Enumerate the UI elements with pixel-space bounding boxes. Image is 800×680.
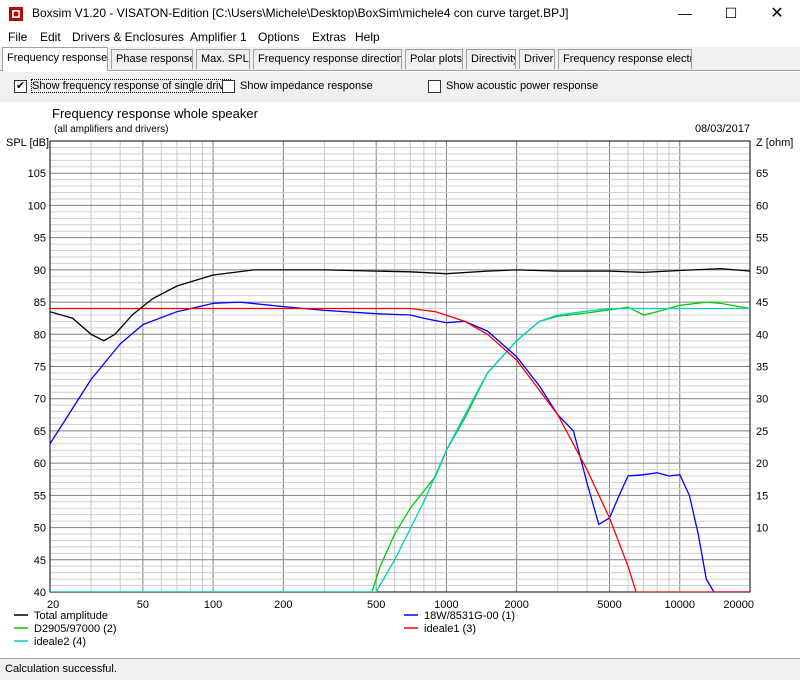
show-acoustic-power-option[interactable]: Show acoustic power response [428,79,598,95]
tab-directivity[interactable]: Directivity [466,49,516,69]
y2-tick-label: 60 [756,200,768,212]
y2-tick-label: 50 [756,265,768,277]
chart-title: Frequency response whole speaker [52,106,259,121]
y-tick-label: 95 [34,233,46,245]
y-tick-label: 45 [34,555,46,567]
maximize-button[interactable]: ☐ [708,0,754,27]
show-impedance-checkbox[interactable] [222,80,235,93]
status-text: Calculation successful. [5,663,117,675]
y-tick-label: 80 [34,329,46,341]
menu-amplifier-1[interactable]: Amplifier 1 [190,30,247,44]
menu-options[interactable]: Options [258,30,299,44]
options-bar: ✔ Show frequency response of single driv… [0,72,800,102]
y2-tick-label: 10 [756,523,768,535]
menu-file[interactable]: File [8,30,27,44]
menu-edit[interactable]: Edit [40,30,61,44]
status-bar: Calculation successful. [0,658,800,680]
menu-drivers-enclosures[interactable]: Drivers & Enclosures [72,30,184,44]
x-tick-label: 10000 [664,599,695,611]
x-tick-label: 500 [367,599,385,611]
legend-label: D2905/97000 (2) [34,623,117,635]
tab-frequency-response-electrical[interactable]: Frequency response electr.. [558,49,692,69]
y-axis-label: SPL [dB] [6,137,49,149]
y-tick-label: 50 [34,523,46,535]
frequency-response-chart: Frequency response whole speaker (all amp… [6,106,793,648]
show-single-driver-checkbox[interactable]: ✔ [14,80,27,93]
minimize-button[interactable]: — [662,0,708,27]
menu-help[interactable]: Help [355,30,380,44]
menu-extras[interactable]: Extras [312,30,346,44]
y2-tick-label: 55 [756,233,768,245]
app-icon[interactable] [8,6,24,22]
y-tick-label: 105 [28,168,46,180]
y-tick-label: 75 [34,362,46,374]
x-tick-label: 50 [137,599,149,611]
y2-tick-label: 45 [756,297,768,309]
show-single-driver-label: Show frequency response of single drive [30,79,232,93]
x-tick-label: 100 [204,599,222,611]
title-bar: Boxsim V1.20 - VISATON-Edition [C:\Users… [0,0,800,27]
y-tick-label: 70 [34,394,46,406]
menu-bar: File Edit Drivers & Enclosures Amplifier… [0,27,800,47]
y-tick-label: 90 [34,265,46,277]
tab-max-spl[interactable]: Max. SPL [196,49,250,69]
y2-tick-label: 30 [756,394,768,406]
chart-date: 08/03/2017 [695,123,750,135]
tab-frequency-response[interactable]: Frequency response. [2,47,108,71]
x-tick-label: 20000 [723,599,754,611]
y2-axis-label: Z [ohm] [756,137,793,149]
legend-label: ideale1 (3) [424,623,476,635]
x-tick-label: 5000 [597,599,621,611]
legend-label: Total amplitude [34,610,108,622]
tab-frequency-response-directions[interactable]: Frequency response directions [253,49,402,69]
chart-panel: Frequency response whole speaker (all amp… [0,102,800,658]
legend-label: 18W/8531G-00 (1) [424,610,515,622]
y-tick-label: 85 [34,297,46,309]
y-tick-label: 65 [34,426,46,438]
x-tick-label: 200 [274,599,292,611]
y2-tick-label: 20 [756,458,768,470]
tab-phase-response[interactable]: Phase response [111,49,193,69]
y-tick-label: 100 [28,200,46,212]
tab-strip: Frequency response. Phase response Max. … [0,47,800,71]
y2-tick-label: 65 [756,168,768,180]
tab-polar-plots[interactable]: Polar plots [405,49,463,69]
y-tick-label: 55 [34,490,46,502]
y-tick-label: 40 [34,587,46,599]
show-impedance-label: Show impedance response [240,80,373,92]
y2-tick-label: 40 [756,329,768,341]
legend-label: ideale2 (4) [34,636,86,648]
close-button[interactable]: ✕ [754,0,800,27]
show-impedance-option[interactable]: Show impedance response [222,79,373,95]
chart-subtitle: (all amplifiers and drivers) [54,124,168,135]
show-acoustic-power-label: Show acoustic power response [446,80,599,92]
y2-tick-label: 35 [756,362,768,374]
show-single-driver-option[interactable]: ✔ Show frequency response of single driv… [14,79,232,95]
tab-driver[interactable]: Driver [519,49,555,69]
y2-tick-label: 25 [756,426,768,438]
window-title: Boxsim V1.20 - VISATON-Edition [C:\Users… [32,6,569,20]
y-tick-label: 60 [34,458,46,470]
show-acoustic-power-checkbox[interactable] [428,80,441,93]
y2-tick-label: 15 [756,490,768,502]
